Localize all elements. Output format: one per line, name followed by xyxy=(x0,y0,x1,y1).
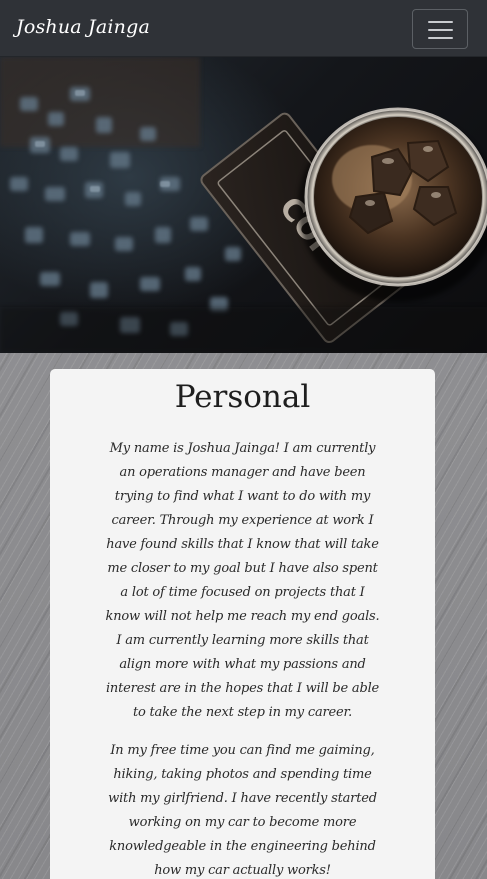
hero-image: COF xyxy=(0,57,487,353)
personal-paragraph-intro: My name is Joshua Jainga! I am currently… xyxy=(105,441,380,720)
personal-title: Personal xyxy=(174,379,311,415)
navbar-toggle-button[interactable] xyxy=(412,9,468,49)
brand-link[interactable]: Joshua Jainga xyxy=(16,16,150,38)
coffee-puzzle-photo: COF xyxy=(0,57,487,353)
navbar: Joshua Jainga xyxy=(0,0,487,57)
personal-card: Personal My name is Joshua Jainga! I am … xyxy=(50,369,435,879)
personal-paragraph-hobbies: In my free time you can find me gaiming,… xyxy=(108,743,377,878)
